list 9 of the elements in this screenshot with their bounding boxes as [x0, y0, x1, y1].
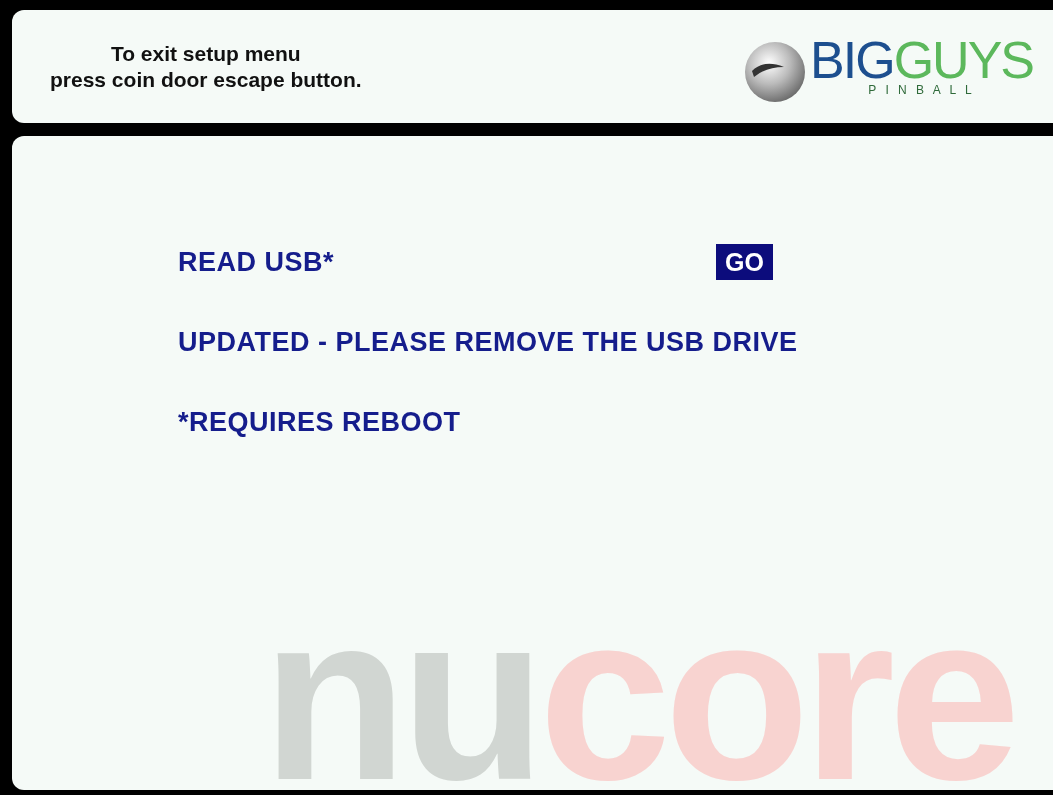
- ball-icon: [744, 40, 807, 103]
- logo-word: BIG: [810, 36, 894, 83]
- status-message: *REQUIRES REBOOT: [178, 406, 461, 438]
- exit-instructions: To exit setup menu press coin door escape button.: [50, 40, 362, 93]
- status-message: UPDATED - PLEASE REMOVE THE USB DRIVE: [178, 326, 798, 358]
- logo-tagline: P I N B A L L: [867, 82, 976, 97]
- menu-option-label: READ USB*: [178, 246, 336, 278]
- go-button[interactable]: GO: [716, 244, 773, 280]
- logo-word: GUYS: [893, 36, 1033, 83]
